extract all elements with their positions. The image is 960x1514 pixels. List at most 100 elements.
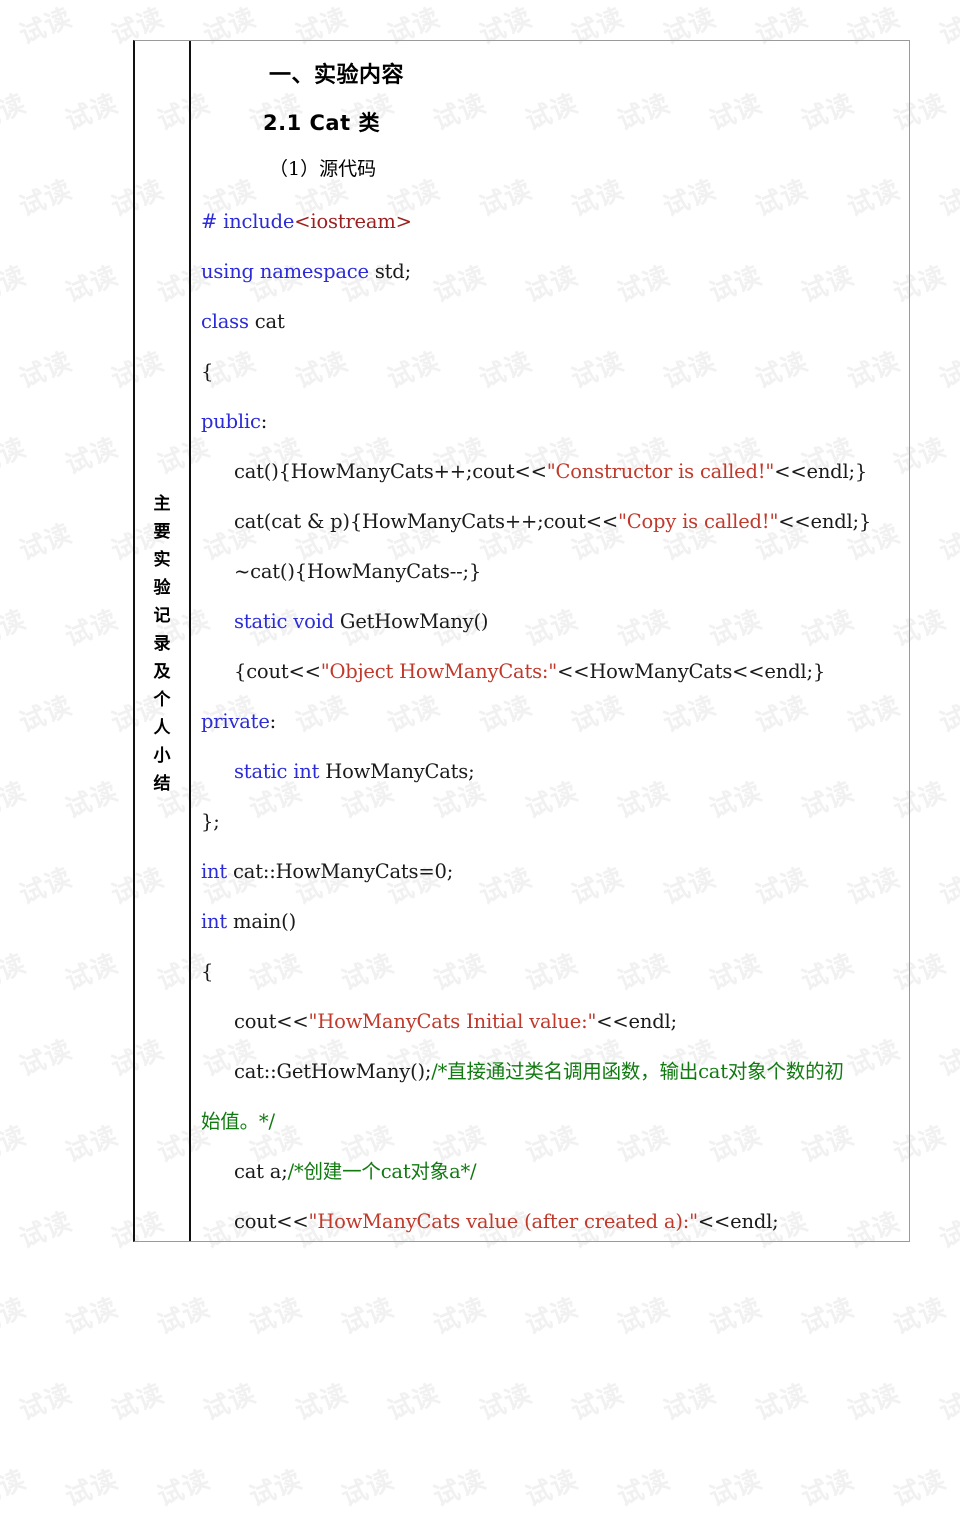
code-token-plain: cat::HowManyCats=0;: [227, 860, 454, 883]
vertical-label-char: 主: [153, 494, 171, 514]
watermark-text: 试读: [751, 1378, 813, 1427]
code-token-plain: <<HowManyCats<<endl;}: [557, 660, 826, 683]
vertical-label-text: 主要实验记录及个人小结: [135, 496, 189, 804]
code-line: class cat: [201, 297, 899, 347]
page-title-section: 一、实验内容: [269, 63, 405, 88]
watermark-text: 试读: [199, 1378, 261, 1427]
code-token-plain: :: [269, 710, 277, 733]
vertical-label-char: 及: [153, 662, 171, 682]
code-token-plain: {: [201, 360, 214, 383]
vertical-label-char: 要: [153, 522, 171, 542]
code-token-plain: cout<<: [234, 1210, 309, 1233]
code-line: public:: [201, 397, 899, 447]
code-token-kw: using namespace: [201, 260, 369, 283]
vertical-label-char: 记: [153, 606, 171, 626]
watermark-text: 试读: [843, 1378, 905, 1427]
code-token-plain: ~cat(){HowManyCats--;}: [234, 560, 482, 583]
watermark-text: 试读: [429, 1464, 491, 1513]
page-title-item: （1）源代码: [269, 158, 377, 180]
code-line: cat(cat & p){HowManyCats++;cout<<"Copy i…: [201, 497, 899, 547]
code-token-inc: <iostream>: [294, 210, 412, 233]
code-line: 始值。*/: [201, 1097, 899, 1147]
watermark-text: 试读: [705, 1464, 767, 1513]
watermark-text: 试读: [935, 1378, 960, 1427]
code-token-kw: class: [201, 310, 249, 333]
code-line: cout<<"HowManyCats Initial value:"<<endl…: [201, 997, 899, 1047]
code-line: static void GetHowMany(): [201, 597, 899, 647]
code-token-kw: # include: [201, 210, 295, 233]
vertical-label-char: 结: [153, 774, 171, 794]
vertical-label-char: 录: [153, 634, 171, 654]
watermark-text: 试读: [613, 1464, 675, 1513]
code-token-plain: };: [201, 810, 220, 833]
watermark-text: 试读: [383, 1378, 445, 1427]
code-line: {cout<<"Object HowManyCats:"<<HowManyCat…: [201, 647, 899, 697]
watermark-text: 试读: [61, 1464, 123, 1513]
watermark-text: 试读: [107, 1378, 169, 1427]
code-token-cmt: /*创建一个cat对象a*/: [287, 1160, 477, 1183]
code-token-plain: cat(){HowManyCats++;cout<<: [234, 460, 547, 483]
code-token-cmt: 始值。*/: [201, 1110, 275, 1133]
watermark-text: 试读: [0, 1464, 31, 1513]
code-token-plain: :: [260, 410, 268, 433]
code-token-plain: cat::GetHowMany();: [234, 1060, 432, 1083]
document-page: 主要实验记录及个人小结 一、实验内容 2.1 Cat 类 （1）源代码 # in…: [0, 0, 960, 1357]
code-token-plain: main(): [227, 910, 296, 933]
code-token-plain: <<endl;: [697, 1210, 779, 1233]
table-content-cell: 一、实验内容 2.1 Cat 类 （1）源代码 # include<iostre…: [191, 41, 909, 1241]
vertical-label-char: 实: [153, 550, 171, 570]
code-token-str: "Constructor is called!": [546, 460, 775, 483]
code-token-str: "HowManyCats value (after created a):": [308, 1210, 699, 1233]
code-line: };: [201, 797, 899, 847]
watermark-text: 试读: [659, 1378, 721, 1427]
watermark-text: 试读: [889, 1464, 951, 1513]
code-token-cmt: /*直接通过类名调用函数，输出cat对象个数的初: [431, 1060, 844, 1083]
watermark-text: 试读: [567, 1378, 629, 1427]
code-line: {: [201, 347, 899, 397]
code-line: int main(): [201, 897, 899, 947]
code-token-kw: static int: [234, 760, 320, 783]
code-token-kw: int: [201, 860, 228, 883]
watermark-text: 试读: [521, 1464, 583, 1513]
code-token-plain: <<endl;: [596, 1010, 677, 1033]
code-token-kw: public: [201, 410, 261, 433]
watermark-text: 试读: [475, 1378, 537, 1427]
code-token-str: "HowManyCats Initial value:": [308, 1010, 597, 1033]
lab-record-table: 主要实验记录及个人小结 一、实验内容 2.1 Cat 类 （1）源代码 # in…: [133, 40, 910, 1242]
code-token-plain: <<endl;}: [778, 510, 872, 533]
watermark-text: 试读: [15, 1378, 77, 1427]
code-token-plain: std;: [368, 260, 411, 283]
source-code-block: # include<iostream> using namespace std; c…: [201, 197, 899, 1247]
code-line: ~cat(){HowManyCats--;}: [201, 547, 899, 597]
code-token-plain: cat a;: [234, 1160, 288, 1183]
vertical-label-char: 小: [153, 746, 171, 766]
code-token-plain: cout<<: [234, 1010, 309, 1033]
code-line: cat a;/*创建一个cat对象a*/: [201, 1147, 899, 1197]
table-row-label-cell: 主要实验记录及个人小结: [135, 41, 191, 1241]
code-line: {: [201, 947, 899, 997]
code-line: cout<<"HowManyCats value (after created …: [201, 1197, 899, 1247]
code-line: cat::GetHowMany();/*直接通过类名调用函数，输出cat对象个数…: [201, 1047, 899, 1097]
code-token-plain: {: [201, 960, 214, 983]
watermark-text: 试读: [153, 1464, 215, 1513]
watermark-text: 试读: [337, 1464, 399, 1513]
code-line: cat(){HowManyCats++;cout<<"Constructor i…: [201, 447, 899, 497]
code-token-str: "Object HowManyCats:": [320, 660, 558, 683]
watermark-text: 试读: [797, 1464, 859, 1513]
vertical-label-char: 人: [153, 718, 171, 738]
code-token-kw: static void: [234, 610, 334, 633]
code-token-plain: GetHowMany(): [333, 610, 489, 633]
code-line: static int HowManyCats;: [201, 747, 899, 797]
code-token-plain: cat: [248, 310, 285, 333]
vertical-label-char: 验: [153, 578, 171, 598]
code-line: # include<iostream>: [201, 197, 899, 247]
vertical-label-char: 个: [153, 690, 171, 710]
page-title-subsection: 2.1 Cat 类: [263, 111, 380, 135]
watermark-text: 试读: [245, 1464, 307, 1513]
code-line: int cat::HowManyCats=0;: [201, 847, 899, 897]
code-token-plain: {cout<<: [234, 660, 321, 683]
code-token-plain: cat(cat & p){HowManyCats++;cout<<: [234, 510, 618, 533]
code-token-str: "Copy is called!": [618, 510, 779, 533]
code-token-plain: <<endl;}: [774, 460, 868, 483]
code-token-kw: int: [201, 910, 228, 933]
